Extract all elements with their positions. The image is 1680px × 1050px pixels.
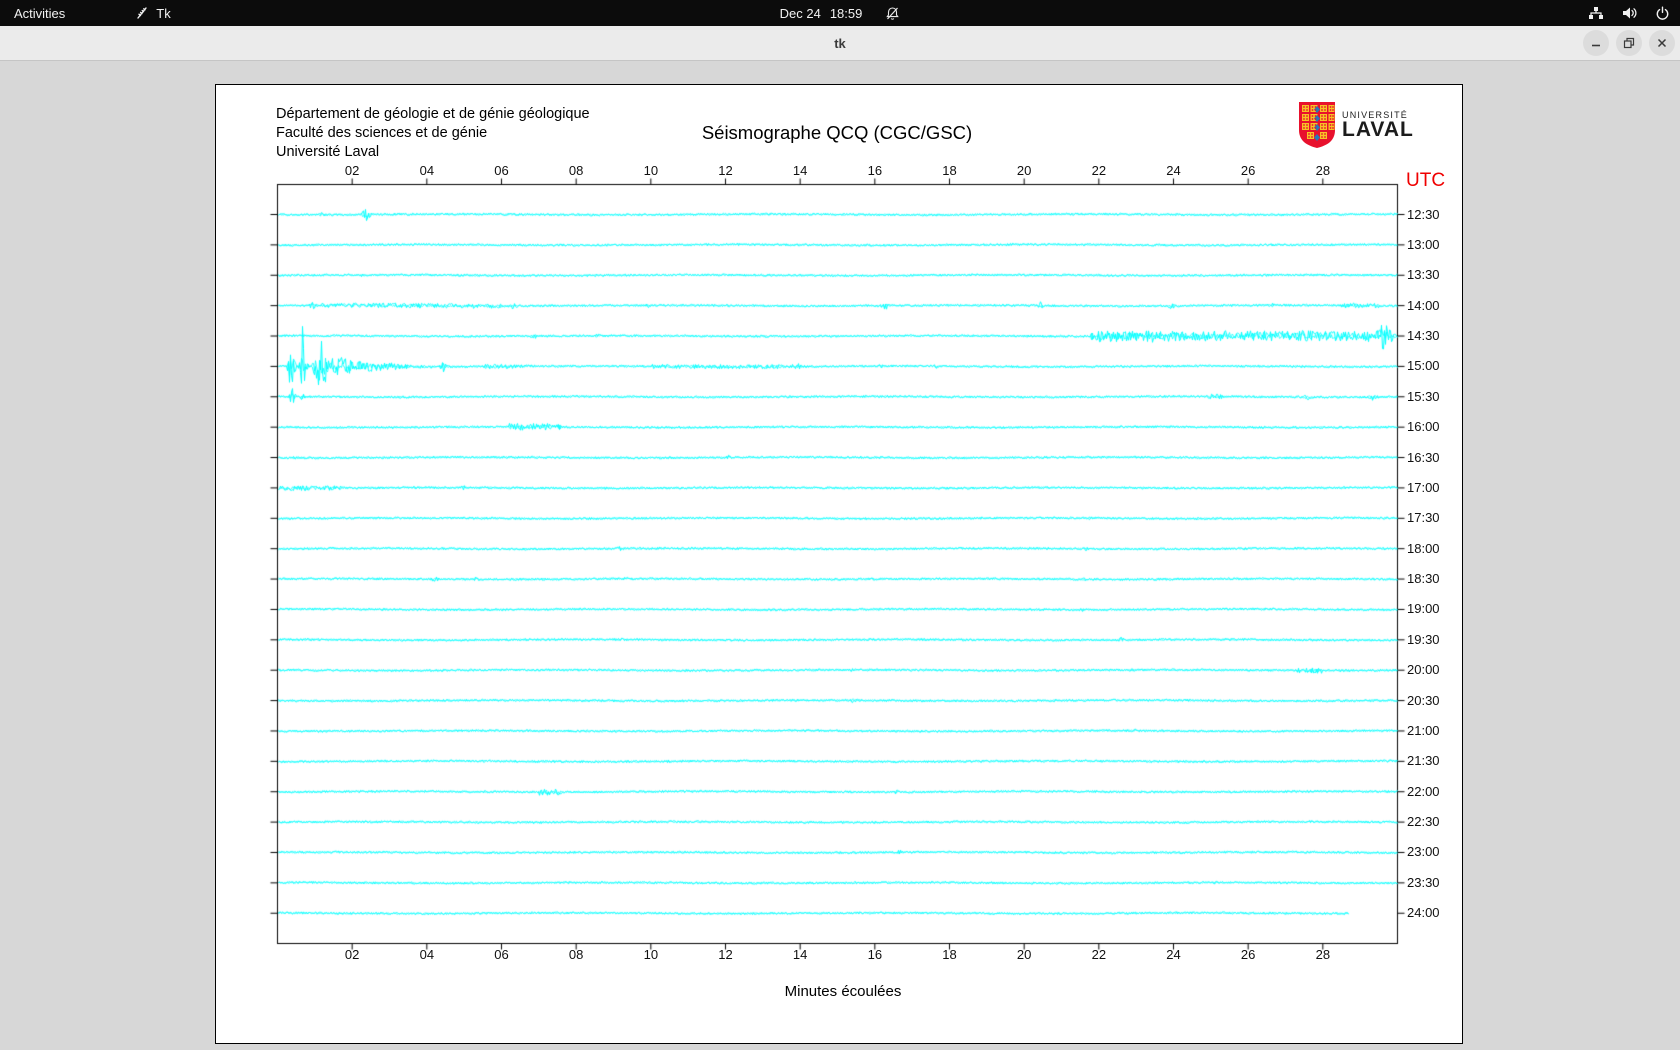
x-tick-label: 28 — [1315, 163, 1331, 178]
x-tick-label: 18 — [942, 163, 957, 178]
utc-time-label: 15:30 — [1407, 388, 1440, 404]
utc-time-label: 23:00 — [1407, 844, 1440, 860]
x-tick-label: 24 — [1166, 163, 1181, 178]
x-tick-label: 28 — [1315, 947, 1331, 962]
x-tick-label: 26 — [1240, 947, 1256, 962]
utc-time-label: 14:00 — [1407, 297, 1440, 313]
bell-muted-icon[interactable] — [885, 6, 900, 21]
x-tick-label: 22 — [1091, 947, 1107, 962]
x-tick-label: 14 — [792, 163, 808, 178]
utc-axis-label: UTC — [1406, 170, 1446, 191]
x-tick-label: 06 — [494, 947, 509, 962]
utc-time-label: 22:00 — [1407, 783, 1440, 799]
utc-time-label: 12:30 — [1407, 206, 1440, 222]
x-tick-label: 04 — [419, 947, 435, 962]
utc-time-label: 24:00 — [1407, 905, 1440, 921]
x-tick-label: 14 — [792, 947, 808, 962]
gnome-top-bar: Activities Tk Dec 24 18:59 — [0, 0, 1680, 26]
utc-time-label: 20:00 — [1407, 662, 1440, 678]
minimize-button[interactable] — [1583, 30, 1609, 56]
clock-time[interactable]: 18:59 — [830, 6, 863, 21]
plot-title: Séismographe QCQ (CGC/GSC) — [701, 122, 973, 143]
x-tick-label: 24 — [1166, 947, 1181, 962]
utc-time-label: 23:30 — [1407, 874, 1440, 890]
utc-time-label: 16:00 — [1407, 419, 1440, 435]
seismograph-canvas: Département de géologie et de génie géol… — [215, 84, 1463, 1044]
x-tick-label: 10 — [643, 163, 659, 178]
laval-shield-icon — [1298, 101, 1336, 154]
utc-time-label: 21:00 — [1407, 722, 1440, 738]
focused-app-label: Tk — [156, 5, 171, 21]
x-tick-label: 20 — [1016, 947, 1032, 962]
window-title: tk — [834, 35, 846, 51]
utc-time-label: 13:00 — [1407, 236, 1440, 252]
universite-laval-logo: UNIVERSITÉ LAVAL — [1298, 101, 1414, 154]
tk-feather-icon — [135, 6, 149, 20]
utc-time-label: 21:30 — [1407, 753, 1440, 769]
x-tick-label: 08 — [568, 163, 584, 178]
x-tick-label: 12 — [718, 947, 733, 962]
seismogram-traces — [216, 85, 1462, 1043]
x-tick-label: 22 — [1091, 163, 1107, 178]
logo-laval-text: LAVAL — [1342, 118, 1414, 141]
utc-time-label: 15:00 — [1407, 358, 1440, 374]
utc-time-label: 20:30 — [1407, 692, 1440, 708]
x-tick-label: 16 — [867, 163, 883, 178]
x-axis-title: Minutes écoulées — [784, 983, 902, 1000]
network-icon — [1588, 5, 1604, 21]
focused-app-menu[interactable]: Tk — [135, 5, 171, 21]
activities-button[interactable]: Activities — [0, 0, 79, 26]
x-tick-label: 20 — [1016, 163, 1032, 178]
utc-time-label: 22:30 — [1407, 814, 1440, 830]
x-tick-label: 18 — [942, 947, 957, 962]
utc-time-label: 19:30 — [1407, 631, 1440, 647]
x-tick-label: 16 — [867, 947, 883, 962]
x-tick-label: 04 — [419, 163, 435, 178]
utc-time-label: 18:30 — [1407, 571, 1440, 587]
utc-time-label: 17:30 — [1407, 510, 1440, 526]
utc-time-label: 19:00 — [1407, 601, 1440, 617]
x-tick-label: 26 — [1240, 163, 1256, 178]
x-tick-label: 02 — [344, 947, 360, 962]
volume-icon — [1621, 5, 1638, 21]
x-tick-label: 10 — [643, 947, 659, 962]
utc-time-label: 16:30 — [1407, 449, 1440, 465]
x-tick-label: 06 — [494, 163, 509, 178]
x-tick-label: 08 — [568, 947, 584, 962]
utc-time-label: 18:00 — [1407, 540, 1440, 556]
maximize-button[interactable] — [1616, 30, 1642, 56]
close-icon[interactable] — [1649, 30, 1675, 56]
system-tray[interactable] — [1588, 0, 1670, 26]
utc-time-label: 14:30 — [1407, 328, 1440, 344]
window-title-bar[interactable]: tk — [0, 26, 1680, 61]
x-tick-label: 02 — [344, 163, 360, 178]
header-line-3: Université Laval — [276, 144, 380, 160]
clock-date[interactable]: Dec 24 — [780, 6, 821, 21]
power-icon — [1655, 6, 1670, 21]
x-tick-label: 12 — [718, 163, 733, 178]
utc-time-label: 13:30 — [1407, 267, 1440, 283]
utc-time-label: 17:00 — [1407, 479, 1440, 495]
